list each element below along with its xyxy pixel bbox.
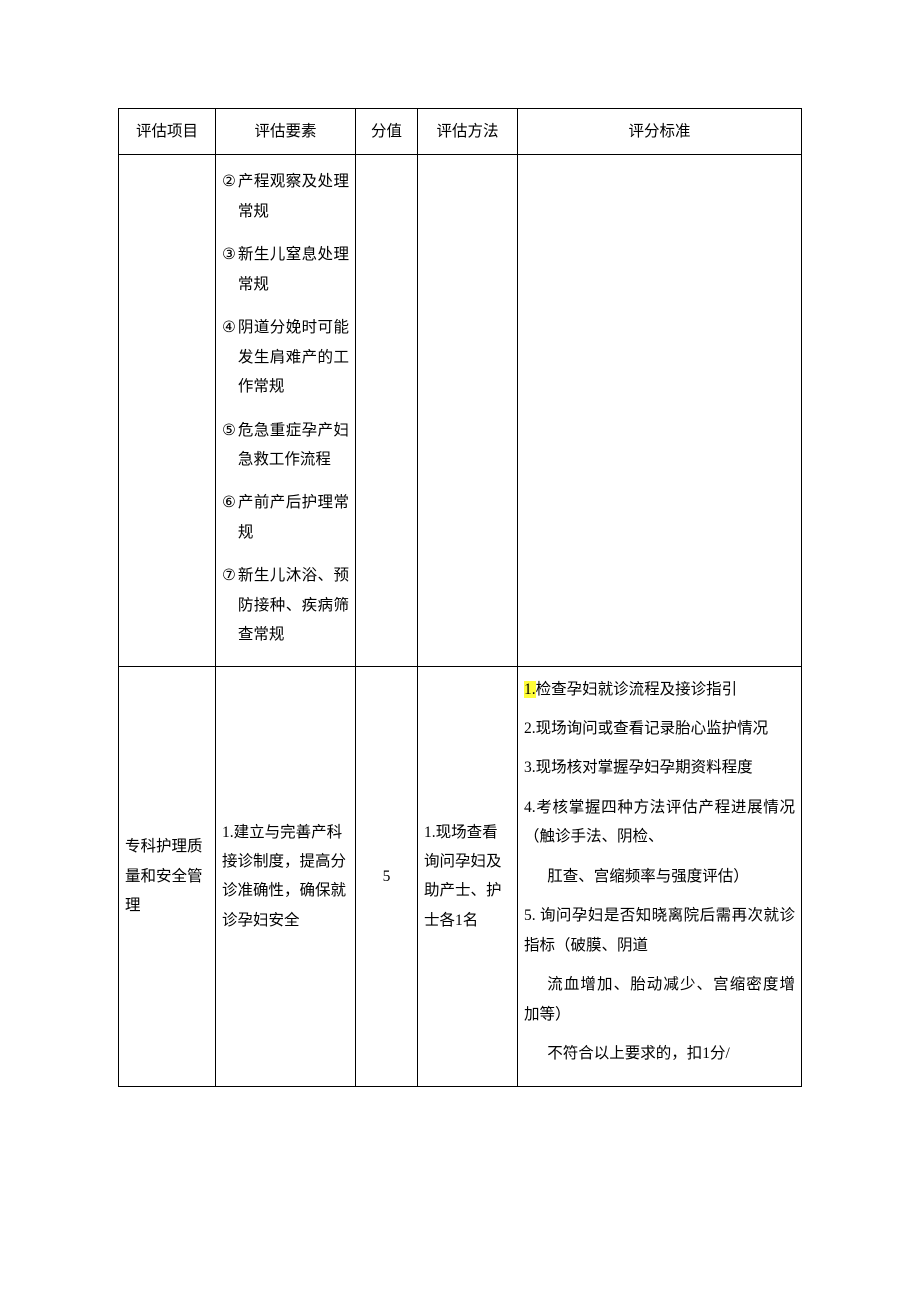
standard-line: 1.检查孕妇就诊流程及接诊指引	[524, 675, 795, 704]
cell-score	[356, 155, 418, 666]
cell-standard	[518, 155, 802, 666]
list-marker: ⑤	[222, 416, 236, 445]
list-text: 危急重症孕产妇急救工作流程	[238, 416, 349, 475]
cell-method: 1.现场查看询问孕妇及助产士、护士各1名	[418, 666, 518, 1087]
cell-standard: 1.检查孕妇就诊流程及接诊指引 2.现场询问或查看记录胎心监护情况 3.现场核对…	[518, 666, 802, 1087]
cell-project	[119, 155, 216, 666]
list-text: 阴道分娩时可能发生肩难产的工作常规	[238, 313, 349, 401]
standard-line: 3.现场核对掌握孕妇孕期资料程度	[524, 753, 795, 782]
cell-element: 1.建立与完善产科接诊制度，提高分诊准确性，确保就诊孕妇安全	[216, 666, 356, 1087]
list-marker: ④	[222, 313, 236, 342]
list-marker: ②	[222, 167, 236, 196]
cell-project: 专科护理质量和安全管理	[119, 666, 216, 1087]
standard-line: 2.现场询问或查看记录胎心监护情况	[524, 714, 795, 743]
col-project: 评估项目	[119, 109, 216, 155]
cell-elements: ②产程观察及处理常规 ③新生儿窒息处理常规 ④阴道分娩时可能发生肩难产的工作常规…	[216, 155, 356, 666]
list-marker: ③	[222, 240, 236, 269]
list-text: 新生儿窒息处理常规	[238, 240, 349, 299]
col-element: 评估要素	[216, 109, 356, 155]
highlight: 1.	[524, 681, 536, 698]
table-row: ②产程观察及处理常规 ③新生儿窒息处理常规 ④阴道分娩时可能发生肩难产的工作常规…	[119, 155, 802, 666]
standard-line: 流血增加、胎动减少、宫缩密度增加等）	[524, 970, 795, 1029]
list-text: 产前产后护理常规	[238, 488, 349, 547]
list-marker: ⑦	[222, 561, 236, 590]
table-row: 专科护理质量和安全管理 1.建立与完善产科接诊制度，提高分诊准确性，确保就诊孕妇…	[119, 666, 802, 1087]
cell-method	[418, 155, 518, 666]
standard-line: 4.考核掌握四种方法评估产程进展情况（触诊手法、阴检、	[524, 793, 795, 852]
standard-line: 不符合以上要求的，扣1分/	[524, 1039, 795, 1068]
col-score: 分值	[356, 109, 418, 155]
list-text: 新生儿沐浴、预防接种、疾病筛查常规	[238, 561, 349, 649]
assessment-table: 评估项目 评估要素 分值 评估方法 评分标准 ②产程观察及处理常规 ③新生儿窒息…	[118, 108, 802, 1087]
list-text: 产程观察及处理常规	[238, 167, 349, 226]
list-marker: ⑥	[222, 488, 236, 517]
standard-text: 检查孕妇就诊流程及接诊指引	[536, 681, 738, 698]
col-standard: 评分标准	[518, 109, 802, 155]
standard-line: 5. 询问孕妇是否知晓离院后需再次就诊指标（破膜、阴道	[524, 901, 795, 960]
col-method: 评估方法	[418, 109, 518, 155]
cell-score: 5	[356, 666, 418, 1087]
table-header-row: 评估项目 评估要素 分值 评估方法 评分标准	[119, 109, 802, 155]
standard-line: 肛查、宫缩频率与强度评估）	[524, 862, 795, 891]
